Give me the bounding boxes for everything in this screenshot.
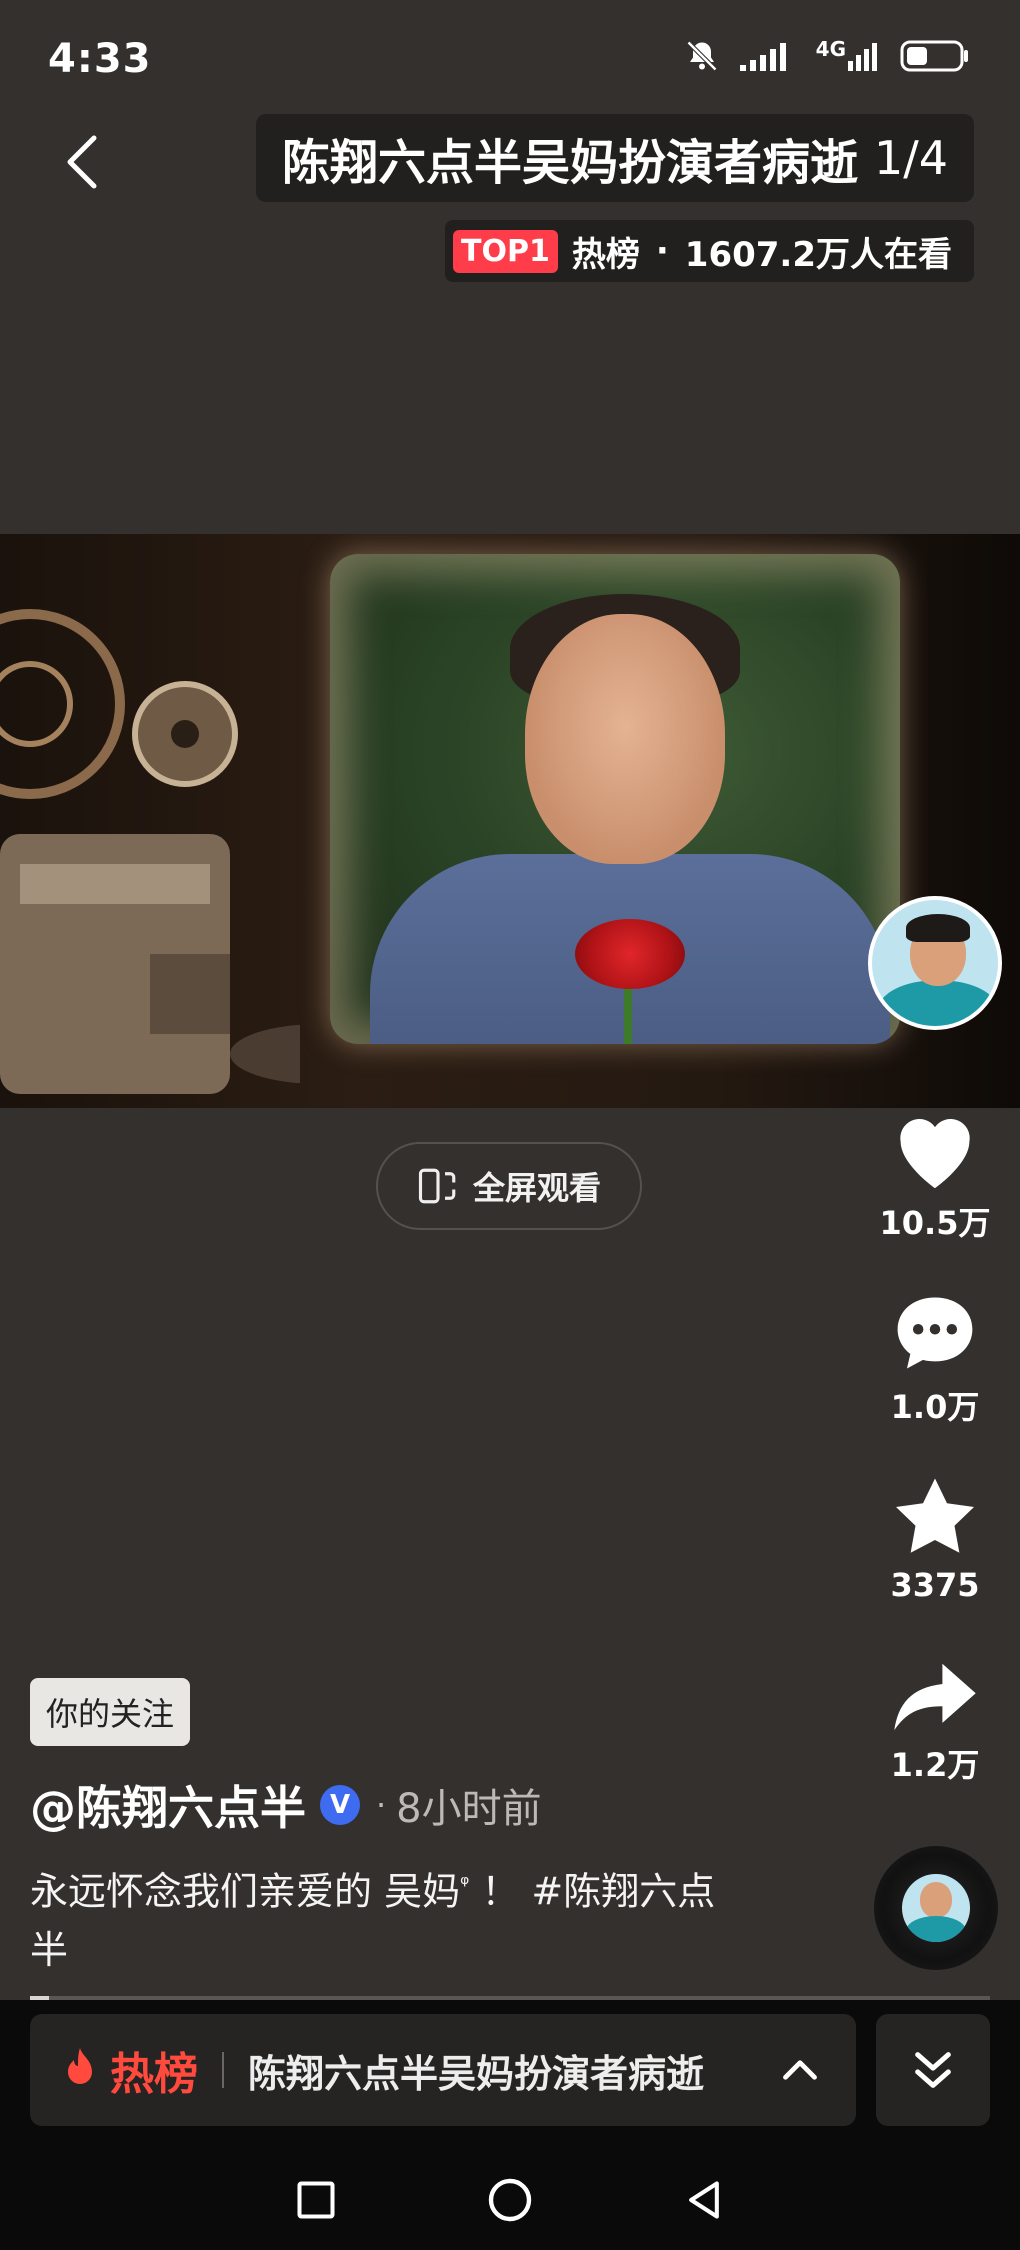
video-player[interactable] <box>0 534 1020 1108</box>
star-icon <box>896 1478 974 1553</box>
rotate-screen-icon <box>418 1168 456 1204</box>
person-face <box>525 614 725 864</box>
separator-dot: · <box>376 1786 387 1824</box>
bell-muted-icon <box>684 38 720 74</box>
hot-bar-topic: 陈翔六点半吴妈扮演者病逝 <box>248 2051 705 2096</box>
battery-icon <box>900 39 970 73</box>
status-bar: 4:33 4G <box>0 0 1020 110</box>
post-time: 8小时前 <box>396 1786 542 1832</box>
hot-topic-bar[interactable]: 热榜 陈翔六点半吴妈扮演者病逝 <box>30 2014 856 2126</box>
caption-text: 永远怀念我们亲爱的 吴妈 <box>30 1869 461 1914</box>
hot-label: 热榜 <box>571 234 640 275</box>
heart-icon <box>900 1119 970 1189</box>
author-line: @陈翔六点半 V · 8小时前 <box>30 1772 542 1838</box>
like-count: 10.5万 <box>879 1204 991 1242</box>
page-indicator: 1/4 <box>873 131 948 185</box>
back-button[interactable] <box>50 130 114 194</box>
viewer-count: 1607.2万人在看 <box>684 234 952 275</box>
comment-button[interactable]: 1.0万 <box>870 1290 1000 1428</box>
caption-punct: ！ <box>469 1869 532 1914</box>
signal-icon <box>738 39 798 73</box>
verified-icon: V <box>320 1785 360 1825</box>
system-nav-bar <box>0 2150 1020 2250</box>
music-cover <box>902 1874 970 1942</box>
share-arrow-icon <box>894 1663 976 1731</box>
film-projector-illustration <box>0 609 300 1094</box>
fullscreen-label: 全屏观看 <box>472 1169 601 1207</box>
like-button[interactable]: 10.5万 <box>870 1108 1000 1244</box>
back-icon[interactable] <box>682 2176 726 2224</box>
chevron-left-icon <box>67 135 97 189</box>
double-chevron-down-icon <box>915 2052 951 2088</box>
home-icon[interactable] <box>486 2176 534 2224</box>
red-rose <box>575 919 685 989</box>
author-avatar[interactable] <box>868 896 1002 1030</box>
author-name[interactable]: @陈翔六点半 <box>30 1772 306 1838</box>
signal-4g-icon: 4G <box>816 39 882 73</box>
status-time: 4:33 <box>48 36 152 82</box>
fullscreen-button[interactable]: 全屏观看 <box>376 1142 642 1230</box>
favorite-button[interactable]: 3375 <box>870 1472 1000 1604</box>
fire-icon <box>68 2048 92 2084</box>
recent-apps-icon[interactable] <box>294 2178 338 2222</box>
avatar-shirt <box>878 980 998 1026</box>
top1-badge: TOP1 <box>453 229 558 273</box>
separator-dot: · <box>655 231 669 271</box>
chevron-up-icon[interactable] <box>778 2050 822 2090</box>
comment-count: 1.0万 <box>890 1388 980 1426</box>
topic-title[interactable]: 陈翔六点半吴妈扮演者病逝 1/4 <box>255 114 974 202</box>
hot-bar-label: 热榜 <box>110 2049 198 2100</box>
network-type-label: 4G <box>815 37 846 61</box>
music-disc[interactable] <box>874 1846 998 1970</box>
share-count: 1.2万 <box>890 1746 980 1784</box>
hot-rank-pill[interactable]: TOP1 热榜 · 1607.2万人在看 <box>445 220 974 282</box>
post-caption: 永远怀念我们亲爱的 吴妈ᵠ ！ #陈翔六点半 <box>30 1856 730 1979</box>
avatar-hair <box>906 914 970 942</box>
favorite-count: 3375 <box>890 1566 980 1604</box>
collapse-button[interactable] <box>876 2014 990 2126</box>
divider <box>222 2052 224 2088</box>
projected-screen <box>330 554 900 1044</box>
follow-tag: 你的关注 <box>30 1678 191 1746</box>
comment-bubble-icon <box>897 1297 973 1369</box>
search-icon[interactable]: ᵠ <box>460 1872 469 1897</box>
share-button[interactable]: 1.2万 <box>870 1660 1000 1786</box>
topic-title-text: 陈翔六点半吴妈扮演者病逝 <box>281 135 858 191</box>
status-icons: 4G <box>684 38 970 74</box>
